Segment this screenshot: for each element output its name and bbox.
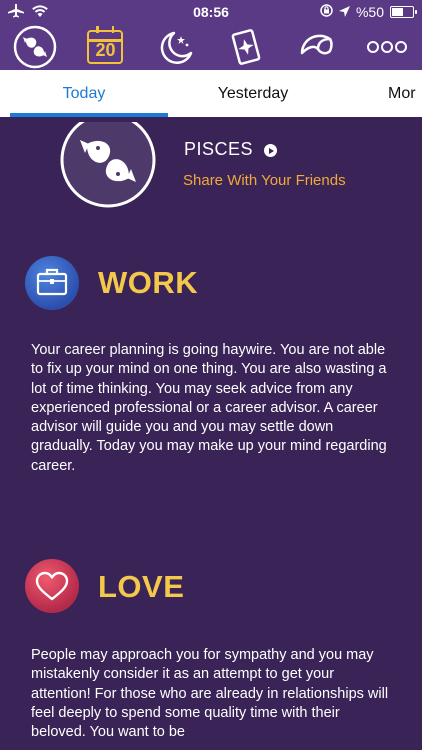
work-text: Your career planning is going haywire. Y… [31, 342, 387, 474]
status-bar: 08:56 %50 [0, 0, 422, 24]
briefcase-icon [25, 256, 79, 310]
heart-icon [25, 559, 79, 613]
tab-more[interactable]: Mor [388, 70, 422, 117]
share-link[interactable]: Share With Your Friends [183, 172, 346, 189]
love-title: LOVE [98, 569, 185, 604]
calendar-day: 20 [95, 40, 116, 60]
fortune-cookie-icon[interactable] [293, 26, 339, 68]
moon-stars-icon[interactable] [153, 26, 199, 68]
horoscope-content[interactable]: PISCES Share With Your Friends WORK Your… [0, 117, 422, 750]
sign-name: PISCES [184, 139, 254, 159]
battery-icon [390, 6, 417, 18]
tarot-card-icon[interactable] [223, 26, 269, 68]
work-title: WORK [98, 265, 199, 300]
pisces-sign-emblem [60, 117, 156, 208]
love-text: People may approach you for sympathy and… [31, 647, 389, 741]
tab-today[interactable]: Today [0, 70, 168, 117]
pisces-sign-icon[interactable] [12, 25, 58, 69]
calendar-box: 20 [87, 26, 124, 64]
play-icon[interactable] [264, 144, 277, 157]
tab-yesterday[interactable]: Yesterday [168, 70, 338, 117]
calendar-icon[interactable]: 20 [82, 26, 128, 68]
top-icon-nav: 20 [0, 24, 422, 70]
status-time: 08:56 [193, 4, 229, 20]
day-tabs: Today Yesterday Mor [0, 70, 422, 117]
more-icon[interactable] [364, 26, 410, 68]
